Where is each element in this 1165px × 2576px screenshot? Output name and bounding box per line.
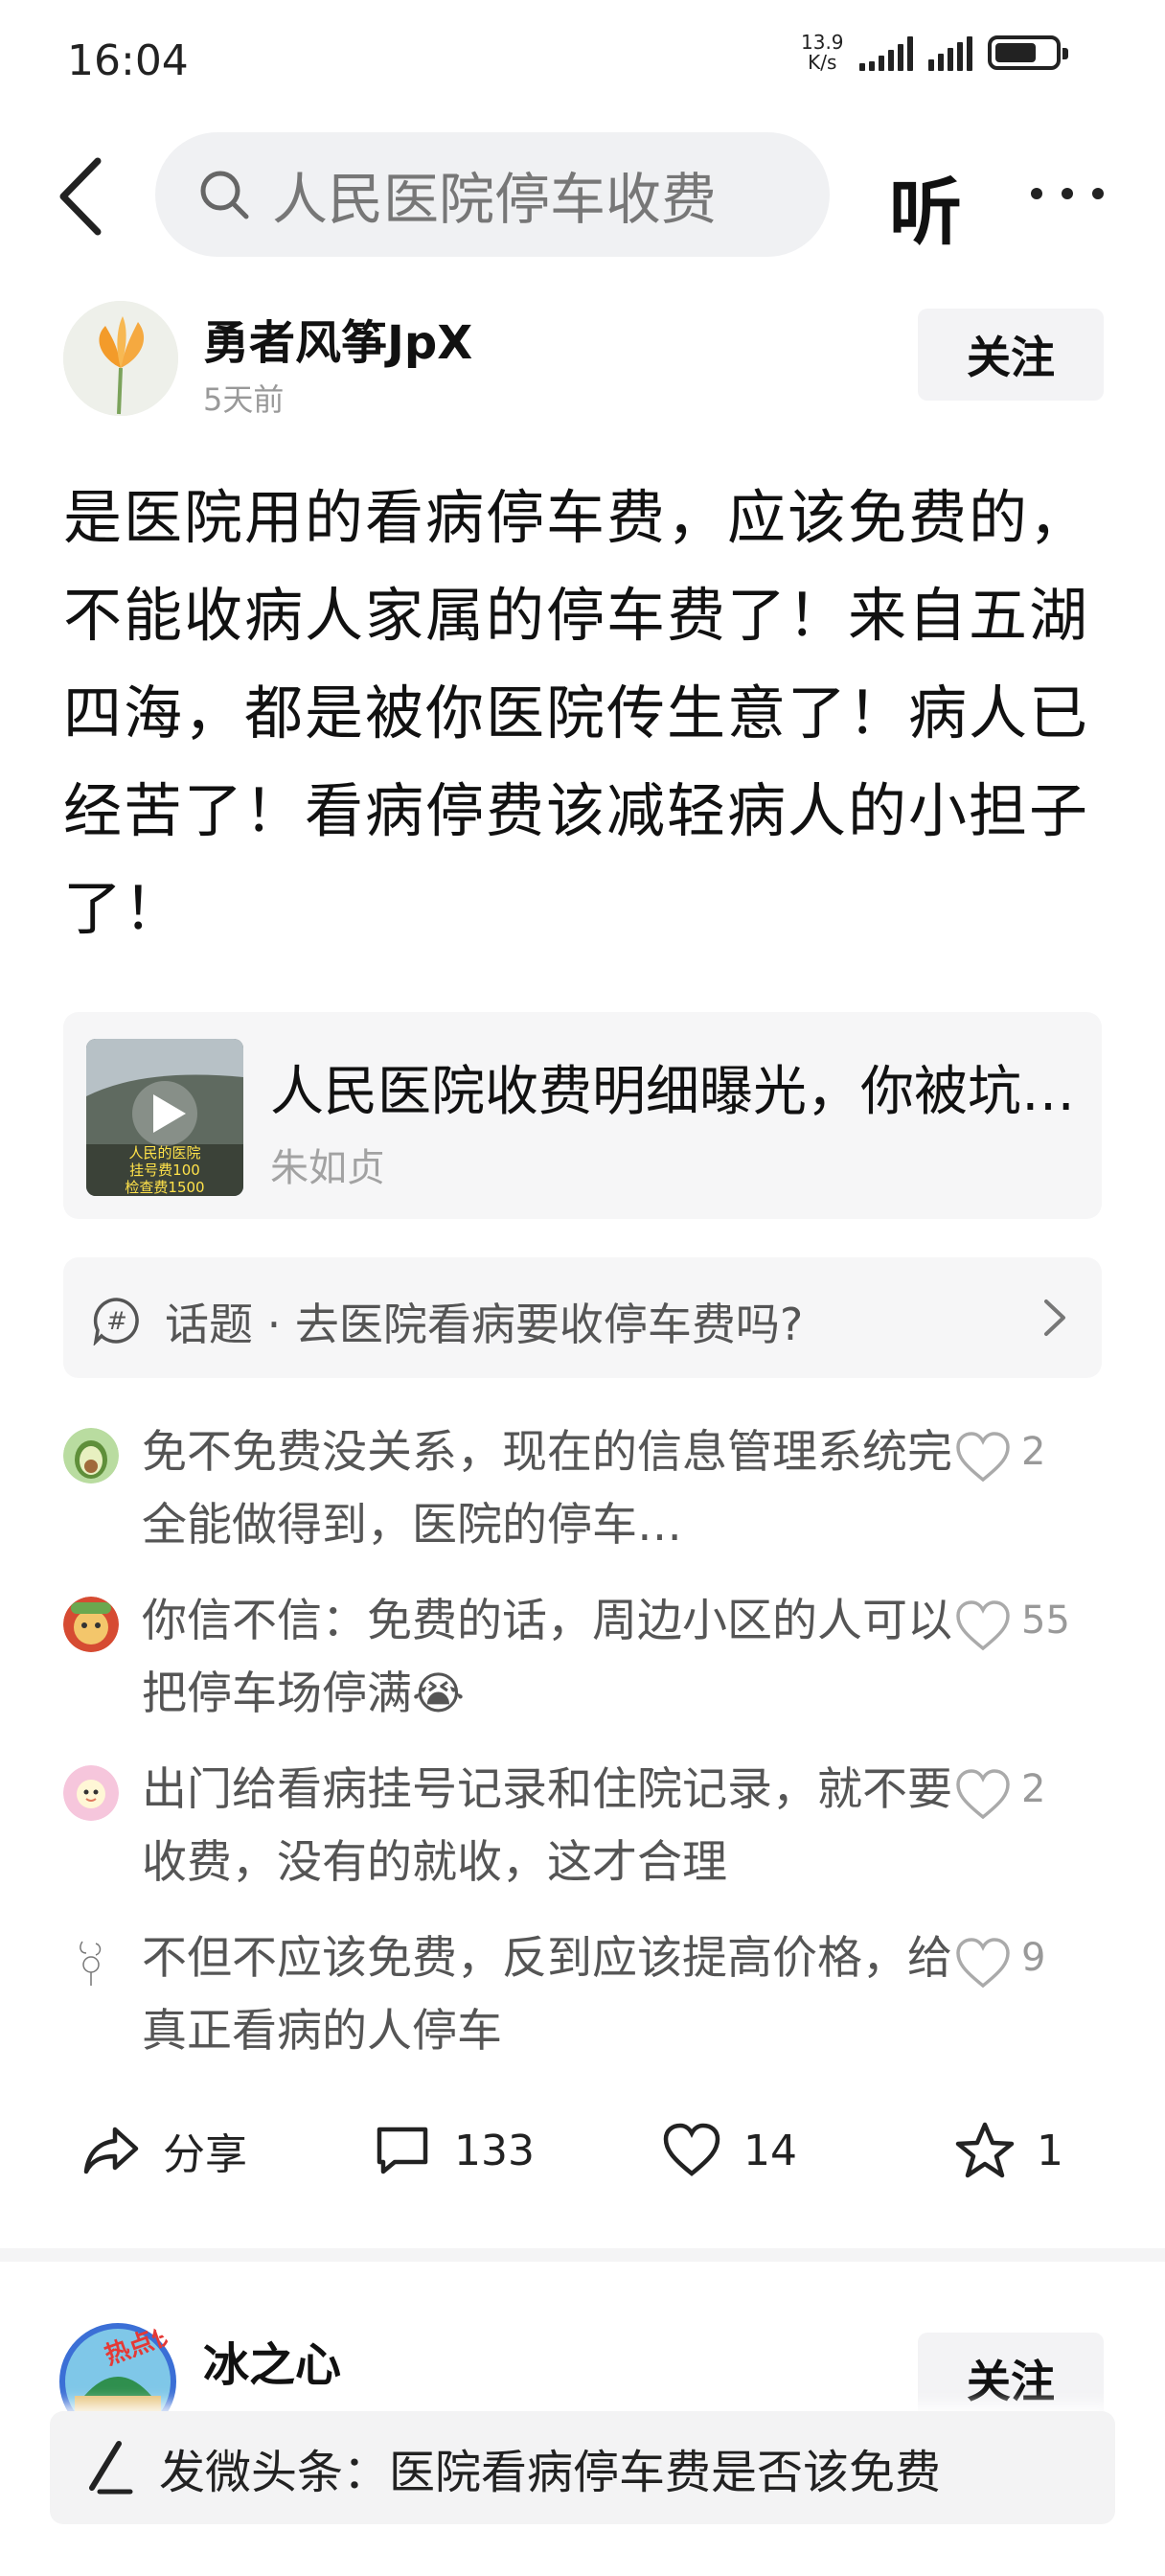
heart-icon — [663, 2123, 720, 2176]
more-options-icon[interactable] — [1031, 188, 1104, 199]
svg-text:#: # — [106, 1307, 127, 1336]
signal-2-icon — [927, 34, 972, 71]
video-thumb-caption-1: 人民的医院 — [128, 1144, 200, 1162]
heart-icon[interactable] — [954, 1767, 1012, 1821]
search-query: 人民医院停车收费 — [272, 167, 718, 232]
battery-fill — [994, 43, 1036, 62]
compose-bar[interactable]: 发微头条：医院看病停车费是否该免费 — [50, 2411, 1115, 2524]
comment-button[interactable]: 133 — [372, 2120, 535, 2181]
comment-text: 不但不应该免费，反到应该提高价格，给真正看病的人停车 — [142, 1932, 952, 2058]
compose-prompt: 发微头条：医院看病停车费是否该免费 — [159, 2446, 942, 2499]
comment-avatar[interactable] — [63, 1597, 119, 1652]
comment-avatar[interactable] — [63, 1765, 119, 1821]
status-time: 16:04 — [67, 36, 189, 85]
heart-icon[interactable] — [954, 1430, 1012, 1484]
comment-like-count: 55 — [1021, 1598, 1070, 1643]
comment-count: 133 — [454, 2126, 535, 2175]
post-body[interactable]: 是医院用的看病停车费，应该免费的，不能收病人家属的停车费了！来自五湖四海，都是被… — [63, 470, 1117, 958]
search-icon — [200, 171, 249, 219]
search-bar[interactable]: 人民医院停车收费 — [155, 132, 830, 257]
comment-avatar[interactable] — [63, 1934, 119, 1990]
next-author-name[interactable]: 冰之心 — [203, 2327, 341, 2394]
video-thumbnail: 人民的医院 挂号费100 检查费1500 — [86, 1039, 243, 1196]
video-thumb-caption-2: 挂号费100 — [129, 1162, 200, 1179]
author-avatar[interactable] — [63, 301, 178, 416]
follow-button[interactable]: 关注 — [918, 309, 1104, 401]
comment-icon — [377, 2127, 428, 2174]
signal-1-icon — [858, 34, 913, 71]
chevron-right-icon — [1044, 1300, 1065, 1336]
comment-like-count: 9 — [1021, 1936, 1046, 1980]
video-title: 人民医院收费明细曝光，你被坑了吗 — [270, 1061, 1075, 1123]
comment-avatar[interactable] — [63, 1428, 119, 1484]
share-label: 分享 — [163, 2130, 247, 2179]
back-arrow-icon[interactable] — [54, 155, 111, 238]
post-time: 5天前 — [203, 381, 285, 418]
video-thumb-caption-3: 检查费1500 — [125, 1179, 204, 1196]
author-name[interactable]: 勇者风筝JpX — [203, 305, 472, 372]
comment-text: 免不免费没关系，现在的信息管理系统完全能做得到，医院的停车… — [142, 1426, 952, 1552]
favorite-button[interactable]: 1 — [954, 2120, 1063, 2181]
pen-icon — [89, 2441, 133, 2495]
comment-like-count: 2 — [1021, 1767, 1046, 1811]
comment-text: 出门给看病挂号记录和住院记录，就不要收费，没有的就收，这才合理 — [142, 1763, 952, 1889]
heart-icon[interactable] — [954, 1936, 1012, 1990]
favorite-count: 1 — [1037, 2126, 1063, 2175]
comment-like-count: 2 — [1021, 1430, 1046, 1474]
topic-link[interactable]: # 话题 · 去医院看病要收停车费吗? — [63, 1257, 1102, 1378]
topic-hash-icon: # — [93, 1298, 139, 1346]
section-divider — [0, 2248, 1165, 2262]
status-icons: 13.9 K/s — [801, 33, 1068, 73]
battery-icon — [987, 35, 1068, 70]
star-icon — [955, 2122, 1015, 2178]
comment-text: 你信不信：免费的话，周边小区的人可以把停车场停满😭 — [142, 1595, 952, 1720]
linked-video-card[interactable]: 人民的医院 挂号费100 检查费1500 人民医院收费明细曝光，你被坑了吗 朱如… — [63, 1012, 1102, 1219]
video-author: 朱如贞 — [270, 1146, 385, 1190]
like-count: 14 — [743, 2126, 797, 2175]
listen-button[interactable]: 听 — [889, 153, 962, 259]
heart-icon[interactable] — [954, 1598, 1012, 1652]
network-speed: 13.9 K/s — [801, 33, 844, 73]
network-speed-unit: K/s — [808, 51, 837, 74]
share-icon — [83, 2127, 139, 2174]
network-speed-value: 13.9 — [801, 31, 844, 54]
like-button[interactable]: 14 — [661, 2120, 797, 2181]
topic-text: 话题 · 去医院看病要收停车费吗? — [165, 1299, 804, 1350]
share-button[interactable]: 分享 — [80, 2120, 247, 2181]
